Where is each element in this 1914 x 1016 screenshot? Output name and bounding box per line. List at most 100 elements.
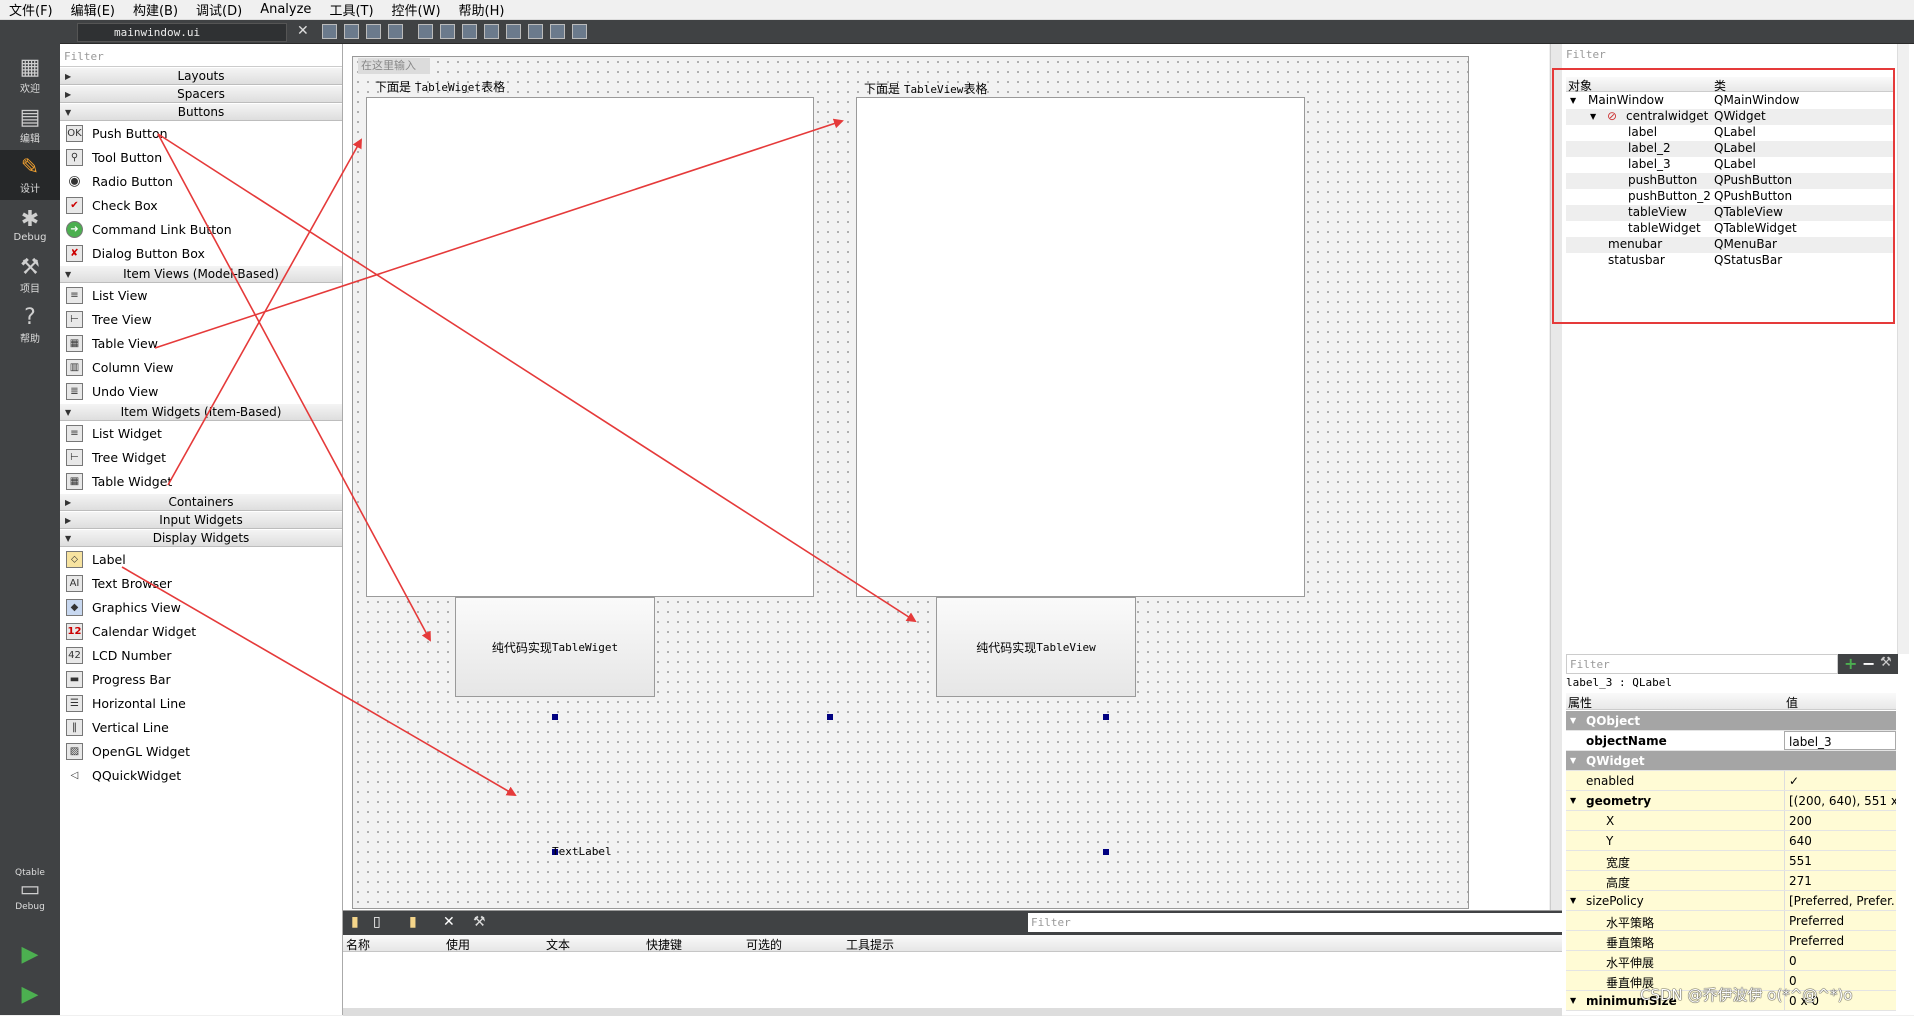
widget-table-view[interactable]: ▦ Table View bbox=[60, 331, 342, 355]
category-item-widgets[interactable]: ▼ Item Widgets (Item-Based) bbox=[60, 403, 342, 421]
property-row-enabled[interactable]: enabled ✓ bbox=[1566, 771, 1896, 791]
property-section-qobject[interactable]: ▼ QObject bbox=[1566, 711, 1896, 731]
widget-command-link-button[interactable]: ➜ Command Link Button bbox=[60, 217, 342, 241]
category-item-views[interactable]: ▼ Item Views (Model-Based) bbox=[60, 265, 342, 283]
widget-opengl[interactable]: ▨ OpenGL Widget bbox=[60, 739, 342, 763]
column-header[interactable]: 名称 bbox=[346, 936, 370, 953]
category-spacers[interactable]: ▶ Spacers bbox=[60, 85, 342, 103]
column-header[interactable]: 文本 bbox=[546, 936, 570, 953]
splitter-horizontal-icon[interactable] bbox=[462, 24, 477, 39]
menu-help[interactable]: 帮助(H) bbox=[450, 0, 514, 19]
layout-vertical-icon[interactable] bbox=[440, 24, 455, 39]
property-row-x[interactable]: X 200 bbox=[1566, 811, 1896, 831]
widget-list-view[interactable]: ≡ List View bbox=[60, 283, 342, 307]
property-filter-input[interactable]: Filter bbox=[1566, 654, 1838, 674]
mode-projects[interactable]: ⚒ 项目 bbox=[0, 250, 60, 300]
layout-grid-icon[interactable] bbox=[528, 24, 543, 39]
table-widget[interactable] bbox=[366, 97, 814, 597]
splitter-vertical-icon[interactable] bbox=[484, 24, 499, 39]
widget-text-browser[interactable]: AI Text Browser bbox=[60, 571, 342, 595]
widget-lcd-number[interactable]: 42 LCD Number bbox=[60, 643, 342, 667]
category-layouts[interactable]: ▶ Layouts bbox=[60, 67, 342, 85]
widget-tool-button[interactable]: ⚲ Tool Button bbox=[60, 145, 342, 169]
menu-widgets[interactable]: 控件(W) bbox=[383, 0, 450, 19]
widget-filter-input[interactable]: Filter bbox=[60, 44, 342, 67]
mode-debug[interactable]: ✱ Debug bbox=[0, 200, 60, 250]
property-row-hpolicy[interactable]: 水平策略 Preferred bbox=[1566, 911, 1896, 931]
menu-analyze[interactable]: Analyze bbox=[251, 2, 320, 17]
debug-run-button[interactable]: ▶ bbox=[0, 975, 60, 1015]
menu-type-here[interactable]: 在这里输入 bbox=[358, 58, 430, 74]
property-row-sizepolicy[interactable]: ▼ sizePolicy [Preferred, Prefer... bbox=[1566, 891, 1896, 911]
widget-progress-bar[interactable]: ▬ Progress Bar bbox=[60, 667, 342, 691]
property-row-vpolicy[interactable]: 垂直策略 Preferred bbox=[1566, 931, 1896, 951]
label-tableview-caption[interactable]: 下面是 TableView表格 bbox=[864, 80, 987, 97]
menu-debug[interactable]: 调试(D) bbox=[187, 0, 251, 19]
remove-property-icon[interactable]: − bbox=[1862, 654, 1875, 673]
enabled-checkbox[interactable]: ✓ bbox=[1784, 771, 1896, 790]
push-button-tablewidget[interactable]: 纯代码实现 TableWiget bbox=[455, 597, 655, 697]
property-section-qwidget[interactable]: ▼ QWidget bbox=[1566, 751, 1896, 771]
column-header[interactable]: 工具提示 bbox=[846, 936, 894, 953]
widget-push-button[interactable]: OK Push Button bbox=[60, 121, 342, 145]
selection-handle[interactable] bbox=[552, 714, 558, 720]
column-header[interactable]: 快捷键 bbox=[646, 936, 682, 953]
configure-action-icon[interactable]: ⚒ bbox=[473, 914, 486, 930]
selection-handle[interactable] bbox=[1103, 849, 1109, 855]
object-inspector-scrollbar[interactable] bbox=[1897, 44, 1909, 654]
widget-check-box[interactable]: ✔ Check Box bbox=[60, 193, 342, 217]
objectname-value-input[interactable]: label_3 bbox=[1784, 731, 1896, 750]
category-input-widgets[interactable]: ▶ Input Widgets bbox=[60, 511, 342, 529]
widget-radio-button[interactable]: ◉ Radio Button bbox=[60, 169, 342, 193]
menu-build[interactable]: 构建(B) bbox=[124, 0, 187, 19]
action-filter-input[interactable]: Filter bbox=[1028, 913, 1562, 932]
object-filter-input[interactable]: Filter bbox=[1566, 48, 1896, 64]
selection-handle[interactable] bbox=[1103, 714, 1109, 720]
menu-tools[interactable]: 工具(T) bbox=[320, 0, 382, 19]
mode-help[interactable]: ? 帮助 bbox=[0, 300, 60, 350]
new-action-icon[interactable]: ▮ bbox=[351, 914, 359, 930]
column-header[interactable]: 使用 bbox=[446, 936, 470, 953]
configure-property-icon[interactable]: ⚒ bbox=[1880, 655, 1892, 670]
delete-action-icon[interactable]: ✕ bbox=[443, 914, 455, 930]
adjust-size-icon[interactable] bbox=[572, 24, 587, 39]
widget-vertical-line[interactable]: ‖ Vertical Line bbox=[60, 715, 342, 739]
kit-selector[interactable]: Qtable ▭ Debug bbox=[0, 855, 60, 925]
property-row-height[interactable]: 高度 271 bbox=[1566, 871, 1896, 891]
property-row-geometry[interactable]: ▼geometry[(200, 640), 551 x... bbox=[1566, 791, 1896, 811]
category-containers[interactable]: ▶ Containers bbox=[60, 493, 342, 511]
selection-handle[interactable] bbox=[827, 714, 833, 720]
text-label-selected[interactable]: TextLabel bbox=[552, 845, 612, 858]
widget-tree-view[interactable]: ⊢ Tree View bbox=[60, 307, 342, 331]
category-display-widgets[interactable]: ▼ Display Widgets bbox=[60, 529, 342, 547]
widget-table-widget[interactable]: ▦ Table Widget bbox=[60, 469, 342, 493]
label-tablewidget-caption[interactable]: 下面是 TableWiget表格 bbox=[375, 78, 505, 95]
menu-edit[interactable]: 编辑(E) bbox=[62, 0, 124, 19]
copy-action-icon[interactable]: ▯ bbox=[373, 914, 381, 930]
widget-tree-widget[interactable]: ⊢ Tree Widget bbox=[60, 445, 342, 469]
push-button-tableview[interactable]: 纯代码实现 TableView bbox=[936, 597, 1136, 697]
mode-design[interactable]: ✎ 设计 bbox=[0, 150, 60, 200]
edit-tab-order-icon[interactable] bbox=[388, 24, 403, 39]
widget-dialog-button-box[interactable]: ✘ Dialog Button Box bbox=[60, 241, 342, 265]
widget-undo-view[interactable]: ≣ Undo View bbox=[60, 379, 342, 403]
layout-horizontal-icon[interactable] bbox=[418, 24, 433, 39]
add-property-icon[interactable]: + bbox=[1844, 654, 1857, 673]
paste-action-icon[interactable]: ▮ bbox=[409, 914, 417, 930]
property-row-objectname[interactable]: objectName label_3 bbox=[1566, 731, 1896, 751]
edit-widgets-icon[interactable] bbox=[322, 24, 337, 39]
edit-buddies-icon[interactable] bbox=[366, 24, 381, 39]
category-buttons[interactable]: ▼ Buttons bbox=[60, 103, 342, 121]
property-row-width[interactable]: 宽度 551 bbox=[1566, 851, 1896, 871]
open-file-selector[interactable]: mainwindow.ui bbox=[77, 23, 287, 42]
column-header[interactable]: 可选的 bbox=[746, 936, 782, 953]
widget-column-view[interactable]: ▥ Column View bbox=[60, 355, 342, 379]
property-row-y[interactable]: Y 640 bbox=[1566, 831, 1896, 851]
menu-file[interactable]: 文件(F) bbox=[0, 0, 62, 19]
mode-edit[interactable]: ▤ 编辑 bbox=[0, 100, 60, 150]
break-layout-icon[interactable] bbox=[550, 24, 565, 39]
mode-welcome[interactable]: ▦ 欢迎 bbox=[0, 50, 60, 100]
widget-horizontal-line[interactable]: ☰ Horizontal Line bbox=[60, 691, 342, 715]
widget-graphics-view[interactable]: ◆ Graphics View bbox=[60, 595, 342, 619]
widget-qquick[interactable]: ◁ QQuickWidget bbox=[60, 763, 342, 787]
